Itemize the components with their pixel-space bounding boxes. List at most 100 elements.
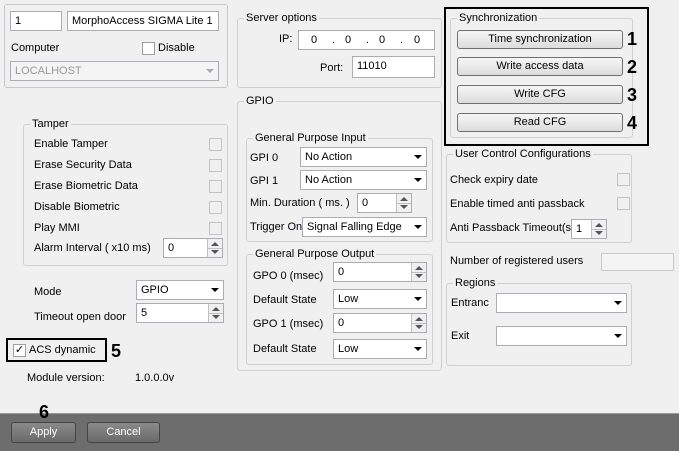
- timeout-open-door-value: 5: [141, 307, 148, 319]
- spinner-arrows-icon[interactable]: [208, 304, 223, 322]
- synchronization-title: Synchronization: [457, 11, 540, 25]
- device-name-field[interactable]: MorphoAccess SIGMA Lite 1: [67, 11, 219, 31]
- device-id-field[interactable]: 1: [10, 11, 62, 31]
- computer-select-value: LOCALHOST: [15, 65, 82, 77]
- trigger-on-select[interactable]: Signal Falling Edge: [302, 217, 427, 237]
- spinner-arrows-icon[interactable]: [396, 194, 411, 212]
- disable-biometric-label: Disable Biometric: [34, 201, 120, 213]
- annotation-5: 5: [111, 341, 122, 361]
- cancel-button[interactable]: Cancel: [87, 422, 160, 443]
- chevron-down-icon: [414, 297, 422, 301]
- ip-octet-4: 0: [414, 34, 421, 46]
- play-mmi-checkbox[interactable]: [209, 222, 222, 235]
- min-duration-value: 0: [362, 197, 369, 209]
- tamper-title: Tamper: [30, 117, 71, 131]
- chevron-down-icon: [614, 301, 622, 305]
- regions-title: Regions: [453, 276, 498, 290]
- gpo0-label: GPO 0 (msec): [253, 270, 324, 282]
- enable-tamper-checkbox[interactable]: [209, 138, 222, 151]
- alarm-interval-spinner[interactable]: 0: [163, 238, 223, 258]
- default-state1-value: Low: [338, 343, 359, 355]
- computer-select[interactable]: LOCALHOST: [10, 61, 219, 81]
- alarm-interval-value: 0: [168, 242, 175, 254]
- annotation-2: 2: [627, 57, 638, 77]
- timeout-open-door-label: Timeout open door: [34, 311, 126, 323]
- gpo1-label: GPO 1 (msec): [253, 318, 324, 330]
- passback-timeout-value: 1: [576, 223, 583, 235]
- disable-label: Disable: [158, 42, 195, 54]
- registered-users-field: [601, 253, 674, 271]
- chevron-down-icon: [414, 155, 422, 159]
- gpo1-spinner[interactable]: 0: [333, 313, 427, 333]
- min-duration-label: Min. Duration ( ms. ): [250, 197, 350, 209]
- spinner-arrows-icon[interactable]: [207, 239, 222, 257]
- gpi0-select-value: No Action: [305, 151, 353, 163]
- annotation-3: 3: [627, 85, 638, 105]
- spinner-arrows-icon[interactable]: [591, 220, 606, 238]
- exit-label: Exit: [451, 330, 470, 342]
- entrance-label: Entranc: [451, 297, 489, 309]
- passback-timeout-label: Anti Passback Timeout(s): [450, 222, 575, 234]
- check-expiry-checkbox[interactable]: [617, 173, 630, 186]
- user-control-title: User Control Configurations: [453, 147, 593, 161]
- ip-address-field[interactable]: 0 . 0 . 0 . 0: [298, 30, 435, 50]
- gpo0-spinner[interactable]: 0: [333, 262, 427, 282]
- erase-biometric-data-checkbox[interactable]: [209, 180, 222, 193]
- ip-octet-1: 0: [311, 34, 318, 46]
- time-synchronization-button[interactable]: Time synchronization: [457, 30, 623, 49]
- trigger-on-select-value: Signal Falling Edge: [307, 221, 402, 233]
- write-cfg-button[interactable]: Write CFG: [457, 85, 623, 104]
- chevron-down-icon: [414, 225, 422, 229]
- mode-select[interactable]: GPIO: [136, 280, 224, 300]
- write-access-data-button[interactable]: Write access data: [457, 57, 623, 76]
- gpi0-select[interactable]: No Action: [300, 147, 427, 167]
- chevron-down-icon: [414, 178, 422, 182]
- default-state1-select[interactable]: Low: [333, 339, 427, 359]
- gpi0-label: GPI 0: [250, 152, 279, 164]
- passback-timeout-spinner[interactable]: 1: [571, 219, 607, 239]
- erase-security-data-label: Erase Security Data: [34, 159, 132, 171]
- chevron-down-icon: [614, 334, 622, 338]
- gpo1-value: 0: [338, 317, 345, 329]
- gpi-title: General Purpose Input: [253, 131, 368, 145]
- gpo-title: General Purpose Output: [253, 247, 377, 261]
- check-expiry-label: Check expiry date: [450, 174, 539, 186]
- default-state1-label: Default State: [253, 343, 317, 355]
- timed-passback-checkbox[interactable]: [617, 197, 630, 210]
- ip-dot-3: .: [400, 34, 404, 46]
- port-field[interactable]: 11010: [352, 56, 435, 78]
- timed-passback-label: Enable timed anti passback: [450, 198, 585, 210]
- ip-octet-3: 0: [379, 34, 386, 46]
- apply-button[interactable]: Apply: [11, 422, 76, 443]
- default-state0-select[interactable]: Low: [333, 289, 427, 309]
- enable-tamper-label: Enable Tamper: [34, 138, 108, 150]
- spinner-arrows-icon[interactable]: [411, 263, 426, 281]
- alarm-interval-label: Alarm Interval ( x10 ms): [34, 242, 151, 254]
- module-version-label: Module version:: [27, 372, 105, 384]
- spinner-arrows-icon[interactable]: [411, 314, 426, 332]
- gpi1-select[interactable]: No Action: [300, 170, 427, 190]
- mode-label: Mode: [34, 286, 62, 298]
- exit-select[interactable]: [496, 326, 627, 346]
- default-state0-label: Default State: [253, 294, 317, 306]
- computer-label: Computer: [11, 42, 60, 54]
- acs-dynamic-label: ACS dynamic: [29, 344, 96, 356]
- annotation-1: 1: [627, 29, 638, 49]
- annotation-6: 6: [39, 402, 50, 422]
- erase-security-data-checkbox[interactable]: [209, 159, 222, 172]
- read-cfg-button[interactable]: Read CFG: [457, 113, 623, 132]
- gpi1-select-value: No Action: [305, 174, 353, 186]
- acs-dynamic-checkbox[interactable]: ✓: [13, 344, 26, 357]
- trigger-on-label: Trigger On: [250, 221, 303, 233]
- entrance-select[interactable]: [496, 293, 627, 313]
- mode-select-value: GPIO: [141, 284, 169, 296]
- chevron-down-icon: [414, 347, 422, 351]
- timeout-open-door-spinner[interactable]: 5: [136, 303, 224, 323]
- disable-biometric-checkbox[interactable]: [209, 201, 222, 214]
- ip-dot-1: .: [332, 34, 336, 46]
- play-mmi-label: Play MMI: [34, 222, 80, 234]
- port-label: Port:: [320, 62, 344, 74]
- disable-checkbox[interactable]: [142, 42, 155, 55]
- min-duration-spinner[interactable]: 0: [357, 193, 412, 213]
- annotation-4: 4: [627, 113, 638, 133]
